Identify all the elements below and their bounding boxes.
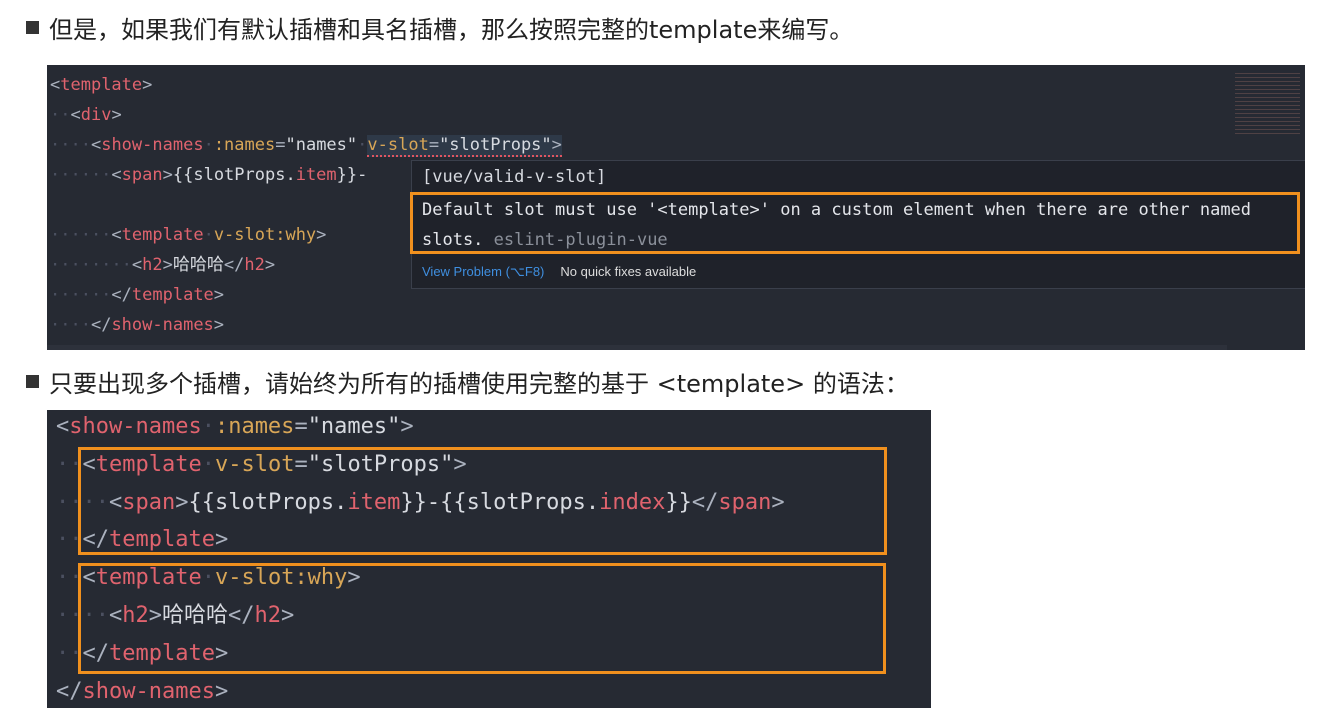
- lint-hover-popup: [vue/valid-v-slot] Default slot must use…: [410, 160, 1305, 289]
- code-token-txt: {{slotProps.: [172, 165, 296, 185]
- code-token-tag: show-names: [101, 135, 204, 155]
- code-token-p: <: [50, 75, 61, 95]
- editor-screenshot: <template> ··<div> ····<show-names·:names=…: [47, 65, 1305, 350]
- code-token-ind: ·: [203, 225, 214, 245]
- code-token-p: =: [275, 135, 286, 155]
- code-token-mem: item: [295, 165, 337, 185]
- code-token-ind: ······: [50, 285, 112, 305]
- code-token-p: <: [111, 225, 122, 245]
- code-line: <template>: [50, 70, 152, 100]
- code-token-p: </: [223, 255, 245, 275]
- square-bullet-icon: [26, 375, 39, 388]
- bullet-text: 只要出现多个插槽，请始终为所有的插槽使用完整的基于 <template> 的语法…: [49, 370, 909, 398]
- code-token-tag: h2: [142, 255, 163, 275]
- code-token-tag: show-names: [111, 315, 214, 335]
- code-token-str: "names": [285, 135, 358, 155]
- code-token-ind: ········: [50, 255, 132, 275]
- code-token-p: >: [162, 255, 173, 275]
- code-token-ind: ·: [357, 135, 368, 155]
- code-line: ······</template>: [50, 280, 224, 310]
- code-token-p: =: [294, 414, 308, 439]
- code-token-attr: :names: [213, 135, 276, 155]
- code-token-tag: template: [131, 285, 214, 305]
- code-line: ··<div>: [50, 100, 122, 130]
- code-token-p: >: [400, 414, 414, 439]
- code-token-p: <: [56, 414, 70, 439]
- code-token-p: >: [214, 678, 229, 704]
- code-token-p: >: [111, 105, 122, 125]
- code-token-p: >: [142, 75, 153, 95]
- code-token-ind: ··: [50, 105, 71, 125]
- named-slot-template-highlight: [78, 563, 886, 674]
- code-line: ······<template·v-slot:why>: [50, 220, 326, 250]
- no-quick-fixes-text: No quick fixes available: [560, 264, 697, 279]
- code-token-ind: ·: [203, 135, 214, 155]
- code-line: </show-names>: [56, 673, 228, 708]
- current-line-highlight: [47, 345, 1227, 350]
- lint-rule: [vue/valid-v-slot]: [422, 167, 607, 187]
- code-token-txt: 哈哈哈: [172, 255, 224, 275]
- code-token-str: "slotProps": [439, 135, 552, 155]
- code-token-ind: ·: [201, 414, 215, 439]
- code-token-p: <: [111, 165, 122, 185]
- code-token-p: >: [264, 255, 276, 275]
- code-token-p: >: [162, 165, 173, 185]
- code-line: <show-names·:names="names">: [56, 410, 414, 445]
- code-token-ind: ······: [50, 165, 112, 185]
- code-token-tag: span: [121, 165, 163, 185]
- code-line: ······<span>{{slotProps.item}}-: [50, 160, 367, 190]
- bullet-point-1: 但是，如果我们有默认插槽和具名插槽，那么按照完整的template来编写。: [26, 10, 853, 45]
- code-token-tag: template: [60, 75, 143, 95]
- code-token-p: </: [56, 678, 83, 704]
- square-bullet-icon: [26, 21, 39, 34]
- lint-source: eslint-plugin-vue: [493, 230, 668, 250]
- code-line: ····</show-names>: [50, 310, 224, 340]
- default-slot-template-highlight: [78, 447, 887, 555]
- example-code-screenshot: <show-names·:names="names"> ··<template·v…: [47, 410, 931, 708]
- code-token-tag: h2: [244, 255, 265, 275]
- code-token-ind: ····: [50, 315, 91, 335]
- code-token-txt: }}-: [336, 165, 368, 185]
- code-token-attr: :names: [214, 414, 295, 439]
- code-token-attr: v-slot: [367, 135, 429, 155]
- lint-message-highlight: Default slot must use '<template>' on a …: [410, 192, 1300, 254]
- code-token-p: </: [90, 315, 112, 335]
- bullet-text: 但是，如果我们有默认插槽和具名插槽，那么按照完整的template来编写。: [49, 16, 854, 44]
- code-token-attr: v-slot:why: [213, 225, 317, 245]
- code-token-tag: div: [80, 105, 112, 125]
- code-token-ind: ····: [50, 135, 91, 155]
- code-token-str: "names": [307, 414, 401, 439]
- code-token-ind: ······: [50, 225, 112, 245]
- code-token-tag: show-names: [69, 414, 202, 439]
- minimap: [1235, 70, 1300, 135]
- code-token-p: <: [131, 255, 143, 275]
- code-token-tag: show-names: [82, 678, 215, 704]
- error-squiggle[interactable]: v-slot="slotProps">: [367, 135, 562, 157]
- code-line: ········<h2>哈哈哈</h2>: [50, 250, 275, 280]
- bullet-point-2: 只要出现多个插槽，请始终为所有的插槽使用完整的基于 <template> 的语法…: [26, 364, 909, 399]
- code-token-p: >: [316, 225, 327, 245]
- view-problem-link[interactable]: View Problem (⌥F8): [422, 264, 544, 279]
- code-token-p: <: [70, 105, 81, 125]
- code-token-tag: template: [121, 225, 204, 245]
- code-token-p: >: [213, 315, 225, 335]
- code-line: ····<show-names·:names="names"·v-slot="s…: [50, 130, 562, 160]
- code-token-p: >: [551, 135, 562, 155]
- code-token-p: </: [111, 285, 132, 305]
- code-token-p: >: [213, 285, 225, 305]
- code-token-p: =: [428, 135, 440, 155]
- code-token-p: <: [90, 135, 102, 155]
